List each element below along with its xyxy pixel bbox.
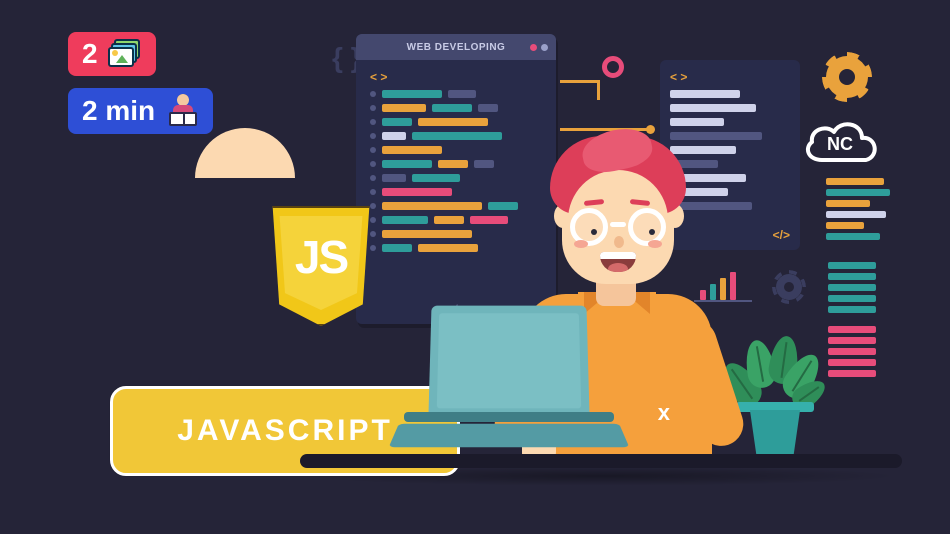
code-segment-decoration xyxy=(826,178,890,240)
image-count-value: 2 xyxy=(82,38,98,70)
segment-decoration xyxy=(828,262,878,313)
read-time-badge: 2 min xyxy=(68,88,213,134)
image-count-badge: 2 xyxy=(68,32,156,76)
read-time-value: 2 min xyxy=(82,95,155,127)
cloud-logo: NC xyxy=(800,114,880,170)
circle-decoration xyxy=(602,56,624,78)
tag-label: JAVASCRIPT xyxy=(177,414,393,448)
laptop-illustration xyxy=(394,304,624,464)
window-controls-icon xyxy=(530,44,548,51)
window-title-bar: WEB DEVELOPING xyxy=(356,34,556,60)
segment-decoration xyxy=(828,326,878,377)
shirt-mark: x xyxy=(658,400,670,426)
connector-line xyxy=(560,80,600,100)
gear-icon xyxy=(826,56,868,98)
open-tag: < > xyxy=(370,70,542,84)
gear-icon xyxy=(776,274,802,300)
open-tag: < > xyxy=(670,70,790,84)
cloud-label-text: NC xyxy=(827,134,853,154)
javascript-logo: JS xyxy=(266,206,376,336)
logo-text: JS xyxy=(266,230,376,284)
close-tag: </> xyxy=(773,228,790,242)
images-icon xyxy=(108,39,142,69)
window-title: WEB DEVELOPING xyxy=(407,42,506,53)
reader-icon xyxy=(165,94,199,128)
